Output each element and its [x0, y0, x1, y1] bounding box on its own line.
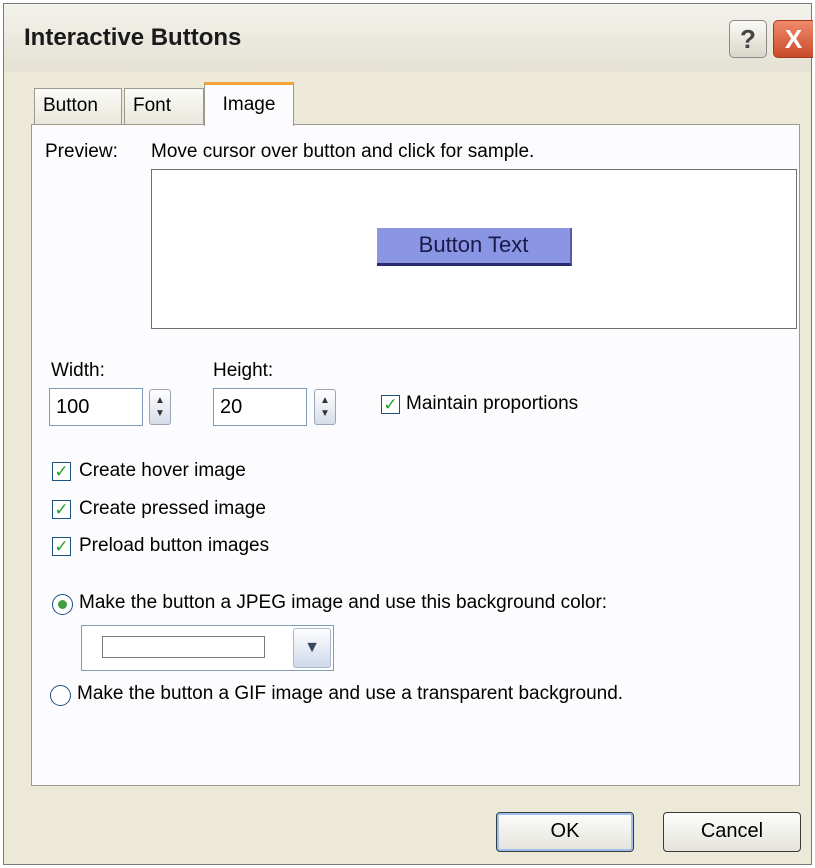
- cancel-button[interactable]: Cancel: [663, 812, 801, 852]
- create-hover-label: Create hover image: [79, 460, 246, 481]
- checkmark-icon: ✓: [54, 462, 69, 481]
- tab-button[interactable]: Button: [34, 88, 122, 124]
- gif-radio[interactable]: [50, 685, 71, 706]
- width-label: Width:: [51, 360, 105, 381]
- width-spin-icon[interactable]: ▲ ▼: [149, 389, 171, 425]
- title-bar[interactable]: Interactive Buttons ? X: [4, 4, 813, 72]
- preview-area: Button Text: [151, 169, 797, 329]
- tab-font[interactable]: Font: [124, 88, 204, 124]
- maintain-proportions-checkbox[interactable]: ✓: [381, 395, 400, 414]
- height-label: Height:: [213, 360, 274, 381]
- image-tab-panel: Preview: Move cursor over button and cli…: [31, 124, 800, 786]
- radio-selected-dot: [58, 600, 67, 609]
- color-swatch: [102, 636, 265, 658]
- jpeg-radio[interactable]: [52, 594, 73, 615]
- preload-images-label: Preload button images: [79, 535, 270, 556]
- checkmark-icon: ✓: [54, 537, 69, 556]
- sample-button[interactable]: Button Text: [377, 228, 572, 266]
- close-icon: X: [784, 23, 803, 54]
- preview-label: Preview:: [45, 141, 118, 162]
- background-color-select[interactable]: ▼: [81, 625, 334, 671]
- width-input[interactable]: 100: [49, 388, 143, 426]
- checkmark-icon: ✓: [383, 395, 398, 414]
- preview-hint: Move cursor over button and click for sa…: [151, 141, 535, 162]
- create-hover-checkbox[interactable]: ✓: [52, 462, 71, 481]
- help-icon: ?: [740, 23, 756, 54]
- jpeg-option-label: Make the button a JPEG image and use thi…: [79, 592, 608, 613]
- window-title: Interactive Buttons: [24, 24, 242, 51]
- tab-image[interactable]: Image: [204, 82, 294, 126]
- height-input[interactable]: 20: [213, 388, 307, 426]
- ok-button[interactable]: OK: [496, 812, 634, 852]
- maintain-proportions-label: Maintain proportions: [406, 393, 579, 414]
- create-pressed-checkbox[interactable]: ✓: [52, 500, 71, 519]
- checkmark-icon: ✓: [54, 500, 69, 519]
- create-pressed-label: Create pressed image: [79, 498, 266, 519]
- gif-option-label: Make the button a GIF image and use a tr…: [77, 683, 624, 704]
- preload-images-checkbox[interactable]: ✓: [52, 537, 71, 556]
- interactive-buttons-dialog: Interactive Buttons ? X Button Font Imag…: [3, 3, 813, 865]
- chevron-down-icon[interactable]: ▼: [293, 628, 331, 668]
- close-button[interactable]: X: [773, 20, 813, 58]
- height-spin-icon[interactable]: ▲ ▼: [314, 389, 336, 425]
- help-button[interactable]: ?: [729, 20, 767, 58]
